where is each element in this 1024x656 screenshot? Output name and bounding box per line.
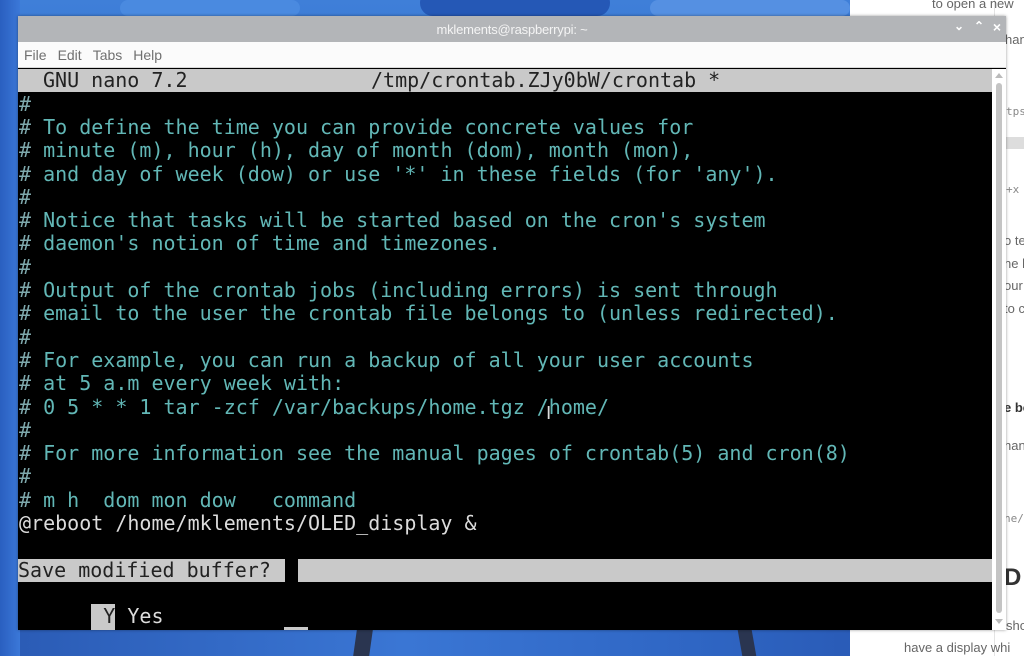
browser-text: han xyxy=(1004,438,1024,453)
text-cursor-ibeam-icon: I xyxy=(546,403,552,424)
comment-marker: # xyxy=(19,208,32,233)
option-no-key: N xyxy=(91,627,116,630)
menu-edit[interactable]: Edit xyxy=(58,47,82,63)
comment-marker: # xyxy=(19,301,32,326)
browser-text: have a display whi xyxy=(904,640,1011,655)
editor-line[interactable]: # For example, you can run a backup of a… xyxy=(19,347,754,372)
browser-text: han xyxy=(1005,32,1024,47)
comment-marker: # xyxy=(19,441,32,466)
browser-heading: D xyxy=(1004,564,1022,591)
browser-heading-text: e be xyxy=(1004,400,1024,415)
browser-text: our xyxy=(1004,278,1023,293)
browser-text: to c xyxy=(1004,301,1024,316)
editor-line[interactable]: # xyxy=(19,254,32,279)
editor-line[interactable]: # and day of week (dow) or use '*' in th… xyxy=(19,161,778,186)
editor-line[interactable]: # daemon's notion of time and timezones. xyxy=(19,232,501,255)
comment-marker: # xyxy=(19,114,32,139)
editor-line[interactable]: # Output of the crontab jobs (including … xyxy=(19,278,778,302)
comment-marker: # xyxy=(19,254,32,279)
comment-text: To define the time you can provide concr… xyxy=(31,114,694,139)
comment-marker: # xyxy=(19,184,32,209)
option-no[interactable]: N No xyxy=(19,605,151,630)
comment-marker: # xyxy=(19,278,32,302)
window-title: mklements@raspberrypi: ~ xyxy=(436,21,588,37)
close-icon[interactable]: × xyxy=(988,19,1006,35)
option-cancel-label: Cancel xyxy=(320,627,392,630)
comment-marker: # xyxy=(19,347,32,372)
comment-marker: # xyxy=(19,371,32,396)
comment-marker: # xyxy=(19,487,32,512)
minimize-icon[interactable]: ⌄ xyxy=(950,19,968,33)
comment-text: For example, you can run a backup of all… xyxy=(31,347,754,372)
terminal-scrollbar[interactable] xyxy=(992,69,1006,630)
menu-tabs[interactable]: Tabs xyxy=(93,47,123,63)
browser-text: +x xyxy=(1006,183,1020,196)
desktop-wallpaper-shape xyxy=(650,0,850,16)
desktop-wallpaper-shape xyxy=(120,0,300,16)
scroll-up-arrow-icon[interactable] xyxy=(995,73,1003,78)
menu-file[interactable]: File xyxy=(24,47,47,63)
nano-version: GNU nano 7.2 xyxy=(43,69,188,92)
editor-line[interactable]: # email to the user the crontab file bel… xyxy=(19,302,838,325)
editor-line[interactable]: # xyxy=(19,417,32,442)
comment-marker: # xyxy=(19,324,32,349)
editor-line[interactable]: # at 5 a.m every week with: xyxy=(19,372,344,395)
editor-line[interactable]: # xyxy=(19,91,32,116)
option-cancel-key: ^C xyxy=(284,627,309,630)
editor-line[interactable]: # m h dom mon dow command xyxy=(19,487,357,512)
comment-marker: # xyxy=(19,464,32,489)
nano-header-bar: GNU nano 7.2 /tmp/crontab.ZJy0bW/crontab… xyxy=(18,69,992,92)
comment-text: daemon's notion of time and timezones. xyxy=(31,231,501,256)
comment-marker: # xyxy=(19,138,32,163)
comment-text: minute (m), hour (h), day of month (dom)… xyxy=(31,138,694,163)
browser-text: sho xyxy=(1006,618,1024,633)
nano-filename: /tmp/crontab.ZJy0bW/crontab * xyxy=(371,69,721,92)
comment-text: email to the user the crontab file belon… xyxy=(31,301,838,326)
scroll-down-arrow-icon[interactable] xyxy=(995,619,1003,624)
comment-text: m h dom mon dow command xyxy=(31,487,357,512)
menu-bar: File Edit Tabs Help xyxy=(18,42,1006,68)
editor-line[interactable]: # xyxy=(19,184,32,209)
desktop-wallpaper-shape xyxy=(20,630,980,656)
comment-text: 0 5 * * 1 tar -zcf /var/backups/home.tgz… xyxy=(31,394,610,419)
editor-line[interactable]: # For more information see the manual pa… xyxy=(19,441,850,466)
editor-line[interactable]: # xyxy=(19,324,32,349)
comment-text: and day of week (dow) or use '*' in thes… xyxy=(31,161,778,186)
comment-marker: # xyxy=(19,417,32,442)
menu-help[interactable]: Help xyxy=(133,47,162,63)
desktop-wallpaper-shape xyxy=(420,0,610,16)
prompt-cursor xyxy=(285,558,298,582)
comment-marker: # xyxy=(19,394,32,419)
editor-line[interactable]: # xyxy=(19,465,31,488)
editor-line[interactable]: # 0 5 * * 1 tar -zcf /var/backups/home.t… xyxy=(19,394,610,419)
scrollbar-thumb[interactable] xyxy=(996,83,1002,613)
comment-text: For more information see the manual page… xyxy=(31,441,850,466)
terminal-window[interactable]: mklements@raspberrypi: ~ ⌄ ⌃ × File Edit… xyxy=(18,16,1006,630)
browser-text: ne l xyxy=(1004,256,1024,271)
option-yes[interactable]: Y Yes xyxy=(19,582,164,629)
browser-text: o te xyxy=(1004,233,1024,248)
comment-text: at 5 a.m every week with: xyxy=(31,371,345,396)
comment-marker: # xyxy=(19,161,32,186)
browser-text: ne/ xyxy=(1004,512,1024,525)
crontab-command-line[interactable]: @reboot /home/mklements/OLED_display & xyxy=(19,511,477,535)
comment-text: Notice that tasks will be started based … xyxy=(31,208,766,233)
editor-line[interactable]: # minute (m), hour (h), day of month (do… xyxy=(19,139,693,162)
editor-line[interactable]: # Notice that tasks will be started base… xyxy=(19,208,766,233)
desktop-background xyxy=(0,0,20,656)
browser-code-block xyxy=(1006,137,1024,149)
comment-marker: # xyxy=(19,231,32,256)
editor-line[interactable]: # To define the time you can provide con… xyxy=(19,114,694,139)
terminal-area[interactable]: GNU nano 7.2 /tmp/crontab.ZJy0bW/crontab… xyxy=(18,69,992,630)
save-prompt-question: Save modified buffer? xyxy=(18,557,271,582)
comment-text: Output of the crontab jobs (including er… xyxy=(31,278,778,302)
option-no-label: No xyxy=(127,627,151,630)
browser-text: to open a new xyxy=(932,0,1014,11)
comment-marker: # xyxy=(19,91,32,116)
maximize-icon[interactable]: ⌃ xyxy=(970,19,988,33)
option-cancel[interactable]: ^C Cancel xyxy=(212,605,393,630)
save-prompt-bar: Save modified buffer? xyxy=(18,557,992,582)
window-titlebar[interactable]: mklements@raspberrypi: ~ ⌄ ⌃ × xyxy=(18,16,1006,42)
browser-text: tps xyxy=(1006,105,1024,118)
